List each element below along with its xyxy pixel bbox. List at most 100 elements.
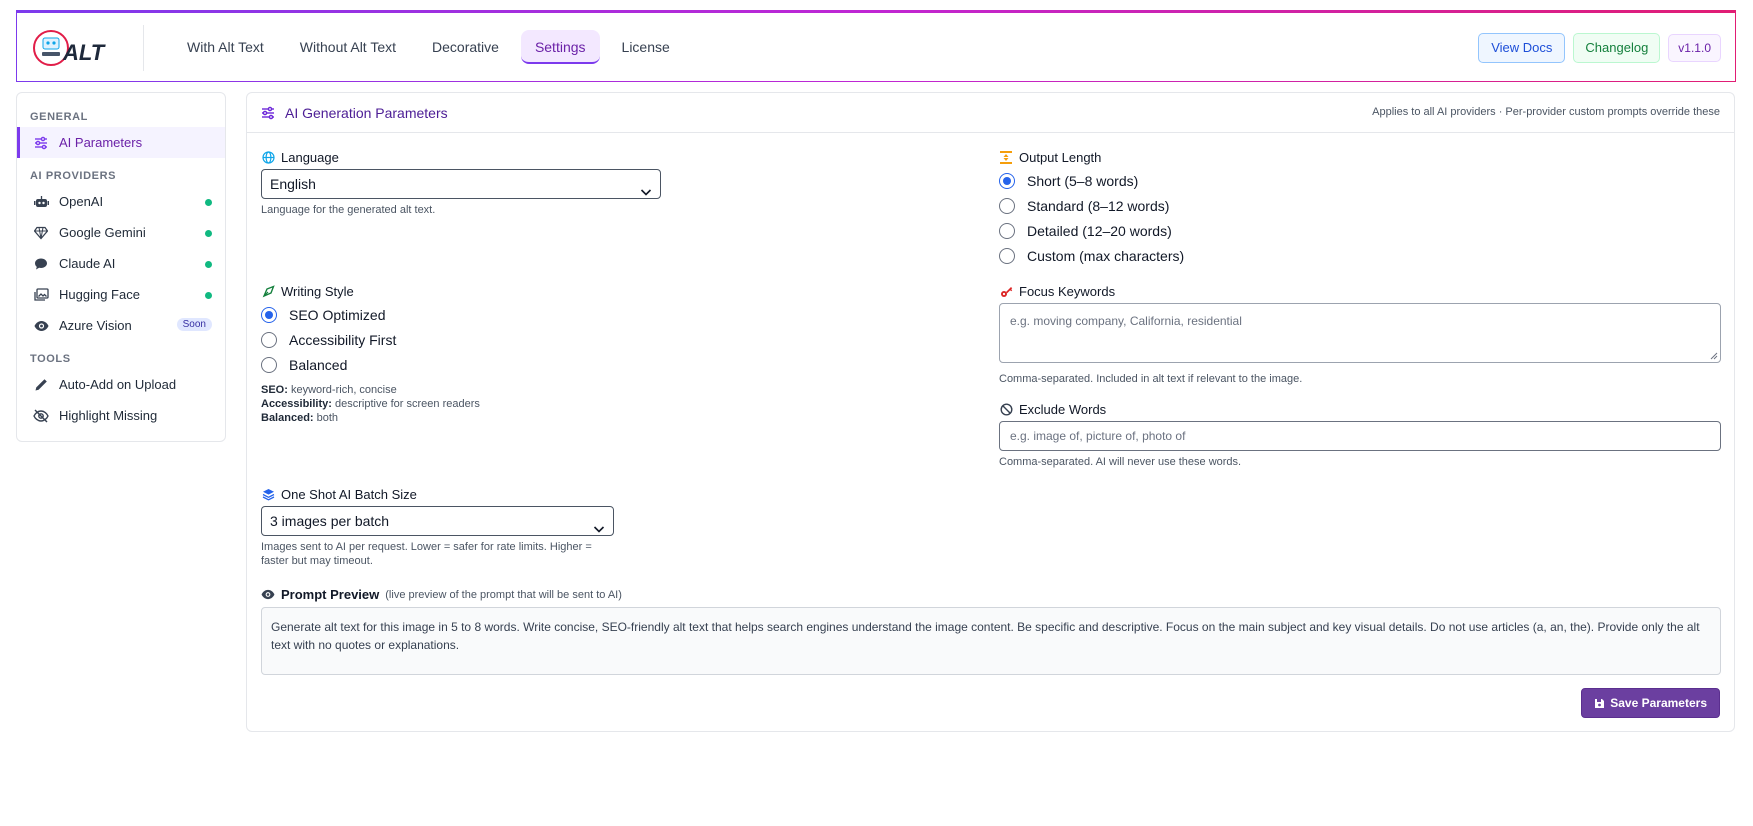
card-note: Applies to all AI providers · Per-provid… xyxy=(1372,106,1720,118)
chevron-down-icon xyxy=(640,178,652,206)
resize-grip-icon[interactable] xyxy=(1710,352,1718,360)
exclude-words-placeholder: e.g. image of, picture of, photo of xyxy=(1010,429,1186,443)
radio-button[interactable] xyxy=(999,248,1015,264)
eye-slash-icon xyxy=(33,408,49,424)
sidebar-item-label: OpenAI xyxy=(59,194,104,209)
focus-keywords-textarea[interactable]: e.g. moving company, California, residen… xyxy=(999,303,1721,363)
save-parameters-button[interactable]: Save Parameters xyxy=(1581,688,1720,718)
writing-style-option-balanced[interactable]: Balanced xyxy=(261,354,347,376)
sidebar-item-azure-vision[interactable]: Azure Vision Soon xyxy=(17,310,225,341)
focus-keywords-placeholder: e.g. moving company, California, residen… xyxy=(1010,314,1242,328)
sidebar-item-ai-parameters[interactable]: AI Parameters xyxy=(17,127,225,158)
sidebar-item-google-gemini[interactable]: Google Gemini xyxy=(17,217,225,248)
output-length-option-detailed[interactable]: Detailed (12–20 words) xyxy=(999,220,1172,242)
writing-style-label: Writing Style xyxy=(261,284,354,299)
sidebar-item-openai[interactable]: OpenAI xyxy=(17,186,225,217)
sidebar-item-highlight-missing[interactable]: Highlight Missing xyxy=(17,400,225,431)
radio-button[interactable] xyxy=(261,357,277,373)
radio-label: Standard (8–12 words) xyxy=(1027,198,1170,214)
radio-button[interactable] xyxy=(999,198,1015,214)
sidebar-item-label: Azure Vision xyxy=(59,318,132,333)
card-header: AI Generation Parameters Applies to all … xyxy=(247,93,1734,133)
ban-icon xyxy=(999,403,1013,417)
writing-style-help: SEO: keyword-rich, concise Accessibility… xyxy=(261,384,480,424)
output-length-option-short[interactable]: Short (5–8 words) xyxy=(999,170,1138,192)
tab-without-alt-text[interactable]: Without Alt Text xyxy=(286,30,410,64)
gem-icon xyxy=(33,225,49,241)
layers-icon xyxy=(261,488,275,502)
sidebar-item-label: Google Gemini xyxy=(59,225,146,240)
pen-nib-icon xyxy=(261,285,275,299)
output-length-option-standard[interactable]: Standard (8–12 words) xyxy=(999,195,1169,217)
radio-label: Balanced xyxy=(289,357,348,373)
tab-license[interactable]: License xyxy=(608,30,684,64)
radio-button[interactable] xyxy=(261,332,277,348)
prompt-preview-label-text: Prompt Preview xyxy=(281,587,380,602)
radio-label: Custom (max characters) xyxy=(1027,248,1185,264)
exclude-words-input[interactable]: e.g. image of, picture of, photo of xyxy=(999,421,1721,451)
tab-with-alt-text[interactable]: With Alt Text xyxy=(173,30,278,64)
sidebar-item-label: Claude AI xyxy=(59,256,116,271)
logo-text: ALT xyxy=(62,40,106,65)
status-dot-active xyxy=(205,199,212,206)
language-label-text: Language xyxy=(281,150,339,165)
pencil-icon xyxy=(33,377,49,393)
language-select[interactable]: English xyxy=(261,169,661,199)
radio-button[interactable] xyxy=(999,223,1015,239)
radio-button-selected[interactable] xyxy=(999,173,1015,189)
brand-logo[interactable]: ALT xyxy=(33,28,119,68)
batch-size-select[interactable]: 3 images per batch xyxy=(261,506,614,536)
radio-label: Accessibility First xyxy=(289,332,397,348)
header-actions: View Docs Changelog v1.1.0 xyxy=(1478,33,1721,63)
sidebar-item-label: AI Parameters xyxy=(59,135,143,150)
writing-style-option-seo[interactable]: SEO Optimized xyxy=(261,304,385,326)
writing-style-option-accessibility[interactable]: Accessibility First xyxy=(261,329,396,351)
focus-keywords-label-text: Focus Keywords xyxy=(1019,284,1116,299)
status-dot-active xyxy=(205,292,212,299)
language-help: Language for the generated alt text. xyxy=(261,204,436,216)
page-title: AI Generation Parameters xyxy=(285,105,448,121)
prompt-preview-sublabel: (live preview of the prompt that will be… xyxy=(385,588,622,601)
soon-badge: Soon xyxy=(176,318,212,331)
batch-size-help: Images sent to AI per request. Lower = s… xyxy=(261,541,592,567)
radio-label: Short (5–8 words) xyxy=(1027,173,1139,189)
tab-settings[interactable]: Settings xyxy=(520,30,600,64)
sidebar-item-auto-add-on-upload[interactable]: Auto-Add on Upload xyxy=(17,369,225,400)
sidebar-group-providers: AI PROVIDERS xyxy=(30,170,117,182)
view-docs-button[interactable]: View Docs xyxy=(1478,33,1566,63)
output-length-option-custom[interactable]: Custom (max characters) xyxy=(999,245,1184,267)
exclude-words-help: Comma-separated. AI will never use these… xyxy=(999,456,1242,468)
output-length-label: Output Length xyxy=(999,150,1101,165)
changelog-button[interactable]: Changelog xyxy=(1573,33,1661,63)
robot-icon xyxy=(33,194,49,210)
batch-size-select-value: 3 images per batch xyxy=(270,513,390,529)
sidebar-group-tools: TOOLS xyxy=(30,353,71,365)
sidebar-item-hugging-face[interactable]: Hugging Face xyxy=(17,279,225,310)
status-dot-active xyxy=(205,230,212,237)
language-select-value: English xyxy=(270,176,316,192)
sidebar-item-label: Highlight Missing xyxy=(59,408,158,423)
floppy-disk-icon xyxy=(1595,698,1605,708)
key-icon xyxy=(999,285,1013,299)
radio-label: SEO Optimized xyxy=(289,307,386,323)
focus-keywords-label: Focus Keywords xyxy=(999,284,1115,299)
eye-icon xyxy=(33,318,49,334)
output-length-label-text: Output Length xyxy=(1019,150,1102,165)
tab-decorative[interactable]: Decorative xyxy=(418,30,513,64)
sidebar-item-label: Auto-Add on Upload xyxy=(59,377,177,392)
ai-parameters-card: AI Generation Parameters Applies to all … xyxy=(246,92,1735,732)
logo-divider xyxy=(143,25,144,71)
radio-button-selected[interactable] xyxy=(261,307,277,323)
prompt-preview-label: Prompt Preview (live preview of the prom… xyxy=(261,587,622,602)
prompt-preview-box: Generate alt text for this image in 5 to… xyxy=(261,607,1721,675)
radio-label: Detailed (12–20 words) xyxy=(1027,223,1172,239)
chevron-down-icon xyxy=(593,515,605,543)
main-nav: With Alt Text Without Alt Text Decorativ… xyxy=(173,30,684,64)
language-label: Language xyxy=(261,150,339,165)
version-badge: v1.1.0 xyxy=(1668,34,1721,62)
sidebar-item-claude-ai[interactable]: Claude AI xyxy=(17,248,225,279)
sliders-icon xyxy=(261,106,275,125)
text-height-icon xyxy=(999,151,1013,165)
exclude-words-label-text: Exclude Words xyxy=(1019,402,1107,417)
writing-style-label-text: Writing Style xyxy=(281,284,354,299)
